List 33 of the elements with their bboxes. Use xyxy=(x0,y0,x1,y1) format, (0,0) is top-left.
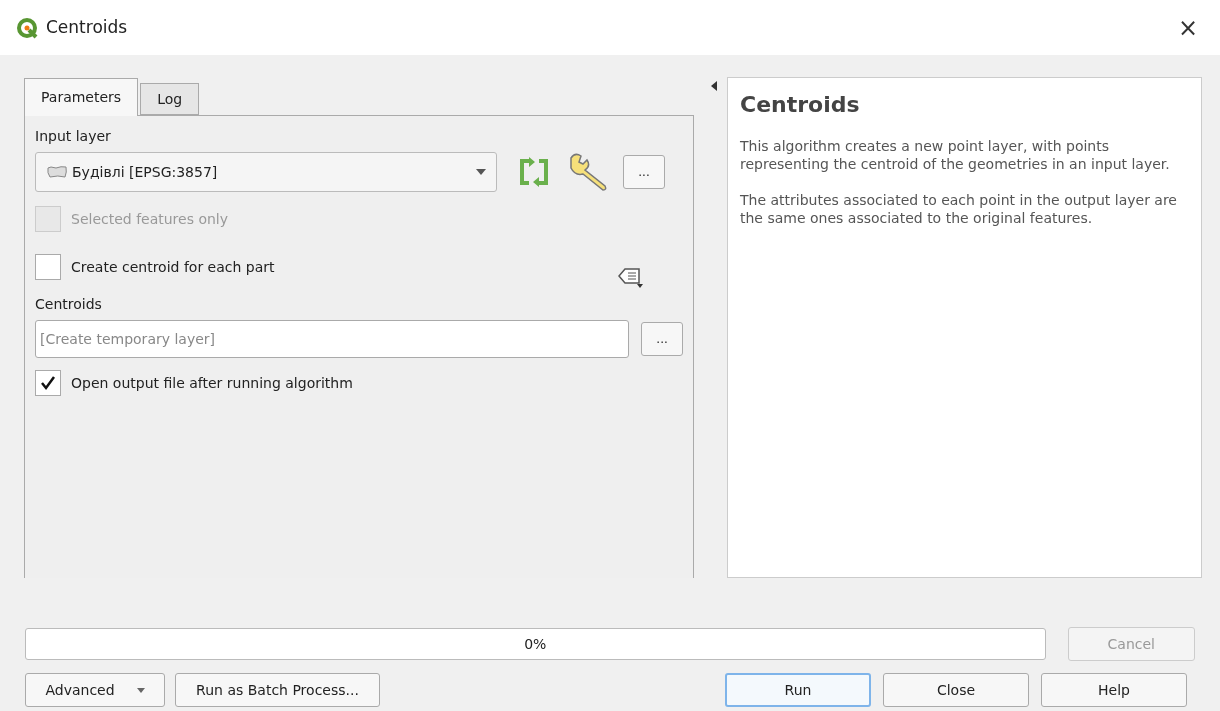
collapse-arrow-icon[interactable] xyxy=(710,81,717,91)
dialog-button[interactable]: Run xyxy=(725,673,871,707)
field-label: Input layer xyxy=(35,127,112,146)
checkbox[interactable] xyxy=(35,370,61,396)
window-title: Centroids xyxy=(46,15,128,39)
refresh-icon[interactable] xyxy=(517,157,551,187)
dialog-button[interactable]: Run as Batch Process... xyxy=(175,673,380,707)
progress-reading: 0% xyxy=(523,634,548,654)
tab[interactable]: Parameters xyxy=(24,78,139,116)
options-menu-icon[interactable] xyxy=(617,266,645,290)
checkbox-label: Selected features only xyxy=(71,209,229,229)
dialog-button[interactable]: Close xyxy=(883,673,1029,707)
checkbox-label: Create centroid for each part xyxy=(71,257,275,277)
field-label: Centroids xyxy=(35,295,103,314)
polygon-icon xyxy=(46,165,68,179)
checkbox[interactable] xyxy=(35,254,61,280)
tab[interactable]: Log xyxy=(140,83,200,115)
help-paragraph: The attributes associated to each point in the output layer are the same ones associated to the original features. xyxy=(740,191,1178,227)
dropdown-value: Будівлі [EPSG:3857] xyxy=(72,162,219,182)
checkmark-icon xyxy=(40,375,56,391)
more-button[interactable]: ... xyxy=(641,322,683,356)
menu-button[interactable]: Advanced xyxy=(25,673,165,707)
caret-icon xyxy=(136,687,145,693)
app-logo-icon xyxy=(16,16,38,39)
help-title: Centroids xyxy=(740,91,861,119)
layer-dropdown[interactable]: Будівлі [EPSG:3857] xyxy=(35,152,497,192)
checkbox-label: Open output file after running algorithm xyxy=(71,373,353,393)
dialog-button[interactable]: Help xyxy=(1041,673,1187,707)
more-button[interactable]: ... xyxy=(623,155,665,189)
close-button[interactable]: × xyxy=(1177,15,1198,40)
help-paragraph: This algorithm creates a new point layer, with points representing the centroid of the geometries in an input layer. xyxy=(740,137,1171,173)
dropdown-arrow-icon xyxy=(476,169,486,175)
output-field[interactable]: [Create temporary layer] xyxy=(35,320,630,358)
